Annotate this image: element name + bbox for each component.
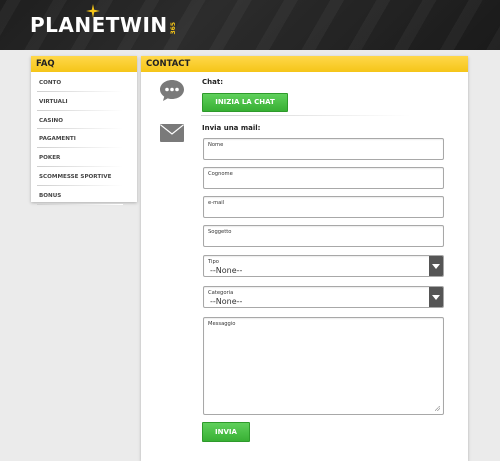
- type-selected-value: --None--: [210, 266, 243, 275]
- logo-suffix: 365: [169, 22, 177, 35]
- chat-label: Chat:: [202, 78, 223, 86]
- email-placeholder: e-mail: [208, 200, 225, 206]
- top-bar: PLANETWIN 365: [0, 0, 500, 50]
- start-chat-button[interactable]: INIZIA LA CHAT: [202, 93, 288, 112]
- faq-item-casino[interactable]: CASINO: [31, 113, 137, 132]
- type-select[interactable]: Tipo --None--: [203, 255, 444, 277]
- star-icon: [86, 4, 100, 18]
- faq-panel: FAQ CONTO VIRTUALI CASINO PAGAMENTI POKE…: [31, 56, 137, 205]
- chevron-down-icon[interactable]: [429, 256, 443, 276]
- faq-list: CONTO VIRTUALI CASINO PAGAMENTI POKER SC…: [31, 72, 137, 207]
- contact-title: CONTACT: [141, 56, 468, 72]
- mail-label: Invia una mail:: [202, 124, 261, 132]
- faq-item-bonus[interactable]: BONUS: [31, 188, 137, 207]
- message-placeholder: Messaggio: [208, 321, 236, 327]
- type-label: Tipo: [208, 259, 219, 265]
- envelope-icon: [160, 124, 184, 142]
- faq-item-conto[interactable]: CONTO: [31, 75, 137, 94]
- category-label: Categoria: [208, 290, 234, 296]
- send-button[interactable]: INVIA: [202, 422, 250, 442]
- planetwin-logo[interactable]: PLANETWIN 365: [30, 4, 177, 40]
- chevron-down-icon[interactable]: [429, 287, 443, 307]
- contact-panel: CONTACT Chat: INIZIA LA CHAT Invia una m…: [141, 56, 468, 461]
- surname-field[interactable]: Cognome: [203, 167, 444, 189]
- chat-bubble-icon: [160, 80, 184, 101]
- category-selected-value: --None--: [210, 297, 243, 306]
- surname-placeholder: Cognome: [208, 171, 233, 177]
- resize-handle-icon[interactable]: [435, 406, 440, 411]
- faq-item-scommesse-sportive[interactable]: SCOMMESSE SPORTIVE: [31, 169, 137, 188]
- category-select[interactable]: Categoria --None--: [203, 286, 444, 308]
- faq-item-pagamenti[interactable]: PAGAMENTI: [31, 131, 137, 150]
- subject-placeholder: Soggetto: [208, 229, 232, 235]
- name-field[interactable]: Nome: [203, 138, 444, 160]
- message-textarea[interactable]: Messaggio: [203, 317, 444, 415]
- email-field[interactable]: e-mail: [203, 196, 444, 218]
- subject-field[interactable]: Soggetto: [203, 225, 444, 247]
- name-placeholder: Nome: [208, 142, 224, 148]
- faq-title: FAQ: [31, 56, 137, 72]
- faq-item-poker[interactable]: POKER: [31, 150, 137, 169]
- faq-item-virtuali[interactable]: VIRTUALI: [31, 94, 137, 113]
- section-divider: [201, 115, 411, 116]
